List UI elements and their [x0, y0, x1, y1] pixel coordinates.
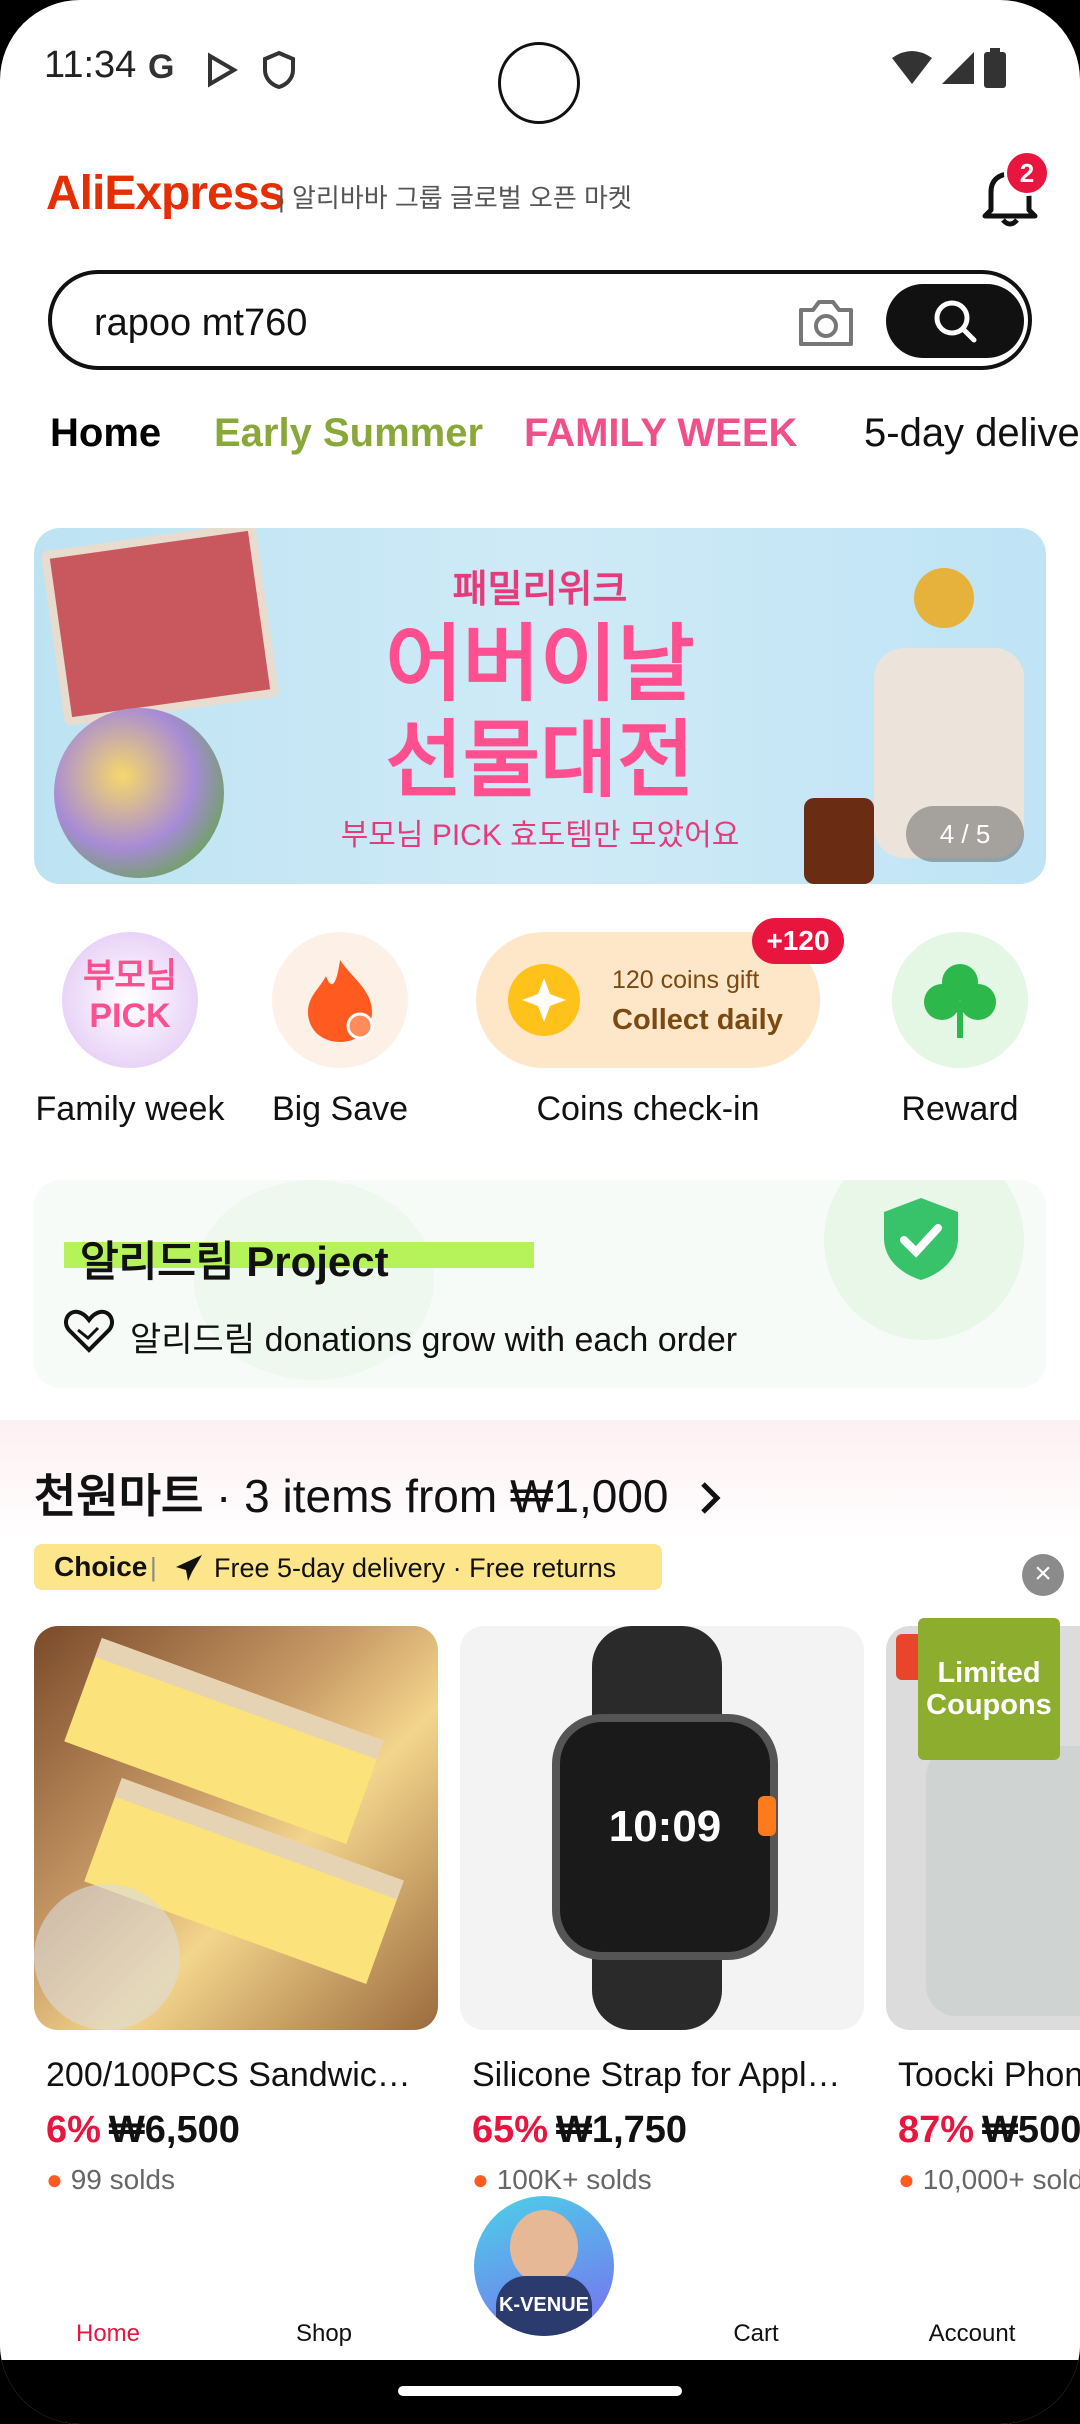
collect-daily-text: Collect daily: [612, 1004, 783, 1036]
promo-banner[interactable]: 패밀리위크 어버이날 선물대전 부모님 PICK 효도템만 모았어요 4 / 5: [34, 528, 1046, 884]
product-price: ₩1,750: [556, 2109, 688, 2151]
image-search-camera-icon[interactable]: [797, 296, 855, 348]
coin-icon: [508, 964, 580, 1036]
status-bar: 11:34 G: [0, 0, 1080, 140]
family-week-label: Family week: [35, 1090, 225, 1128]
nav-home[interactable]: Home: [28, 2320, 188, 2348]
battery-icon: [984, 48, 1006, 88]
heart-handshake-icon: [64, 1309, 114, 1353]
fire-icon: ●: [46, 2164, 63, 2195]
search-icon: [934, 300, 977, 343]
tab-family-week[interactable]: FAMILY WEEK: [524, 411, 797, 456]
banner-subtitle: 부모님 PICK 효도템만 모았어요: [340, 819, 740, 852]
search-button[interactable]: [886, 284, 1024, 358]
watch-face: 10:09: [552, 1714, 778, 1960]
k-venue-label: K-VENUE: [498, 2294, 589, 2316]
status-time: 11:34: [44, 44, 137, 86]
banner-kicker: 패밀리위크: [452, 569, 628, 611]
coins-checkin-label: Coins check-in: [536, 1090, 760, 1128]
product-price: ₩6,500: [108, 2109, 240, 2151]
fire-icon: ●: [898, 2164, 915, 2195]
logo-tagline: | 알리바바 그룹 글로벌 오픈 마켓: [278, 183, 632, 213]
camera-cutout: [498, 42, 580, 124]
product-name: Silicone Strap for Apple Watch: [472, 2056, 852, 2094]
discount-percent: 65%: [472, 2109, 549, 2151]
banner-title-2: 선물대전: [385, 713, 695, 807]
family-week-icon: 부모님 PICK: [62, 932, 198, 1068]
nav-cart[interactable]: Cart: [676, 2320, 836, 2348]
discount-percent: 6%: [46, 2109, 101, 2151]
fire-icon: ●: [472, 2164, 489, 2195]
notification-badge: 2: [1004, 150, 1050, 196]
delivery-text: Free 5-day delivery · Free returns: [214, 1553, 617, 1583]
sold-count: 100K+ solds: [496, 2164, 652, 2195]
aliexpress-logo[interactable]: AliExpress: [46, 166, 285, 221]
coins-bonus-badge: +120: [752, 918, 844, 964]
banner-pager: 4 / 5: [906, 806, 1024, 862]
nav-account[interactable]: Account: [892, 2320, 1052, 2348]
quick-big-save[interactable]: Big Save: [240, 932, 440, 1129]
coins-gift-text: 120 coins gift: [612, 966, 760, 994]
airplane-icon: [176, 1555, 202, 1581]
mart-title[interactable]: 천원마트 · 3 items from ₩1,000: [34, 1460, 723, 1526]
project-description: 알리드림 donations grow with each order: [130, 1321, 738, 1359]
banner-title-1: 어버이날: [385, 617, 695, 711]
choice-delivery-banner: Choice | Free 5-day delivery · Free retu…: [34, 1544, 662, 1590]
product-name: 200/100PCS Sandwich Packaging: [46, 2056, 426, 2094]
watch-time: 10:09: [608, 1802, 722, 1851]
sold-count: 10,000+ solds: [922, 2164, 1080, 2195]
category-tabs: Home Early Summer FAMILY WEEK 5-day deli…: [0, 405, 1080, 475]
search-bar[interactable]: [48, 270, 1032, 370]
quick-reward[interactable]: Reward: [860, 932, 1060, 1129]
product-card[interactable]: 200/100PCS Sandwich Packaging 6%₩6,500 ●…: [34, 1626, 438, 2196]
product-name: Toocki Phone: [898, 2056, 1080, 2094]
limited-coupons-label: Limited Coupons: [926, 1657, 1052, 1721]
product-card[interactable]: 10:09 Silicone Strap for Apple Watch 65%…: [460, 1626, 864, 2196]
limited-coupons-button[interactable]: Limited Coupons: [918, 1618, 1060, 1760]
tab-5-day-delivery[interactable]: 5-day delive: [864, 411, 1080, 456]
mart-title-bold: 천원마트: [34, 1470, 204, 1522]
nav-shop[interactable]: Shop: [244, 2320, 404, 2348]
quick-family-week[interactable]: 부모님 PICK Family week: [30, 932, 230, 1129]
play-store-icon: [208, 52, 238, 88]
ali-dream-project-card[interactable]: 알리드림 Project 알리드림 donations grow with ea…: [34, 1180, 1046, 1388]
flame-icon: [272, 932, 408, 1068]
sold-count: 99 solds: [70, 2164, 175, 2195]
wifi-icon: [892, 51, 932, 84]
mart-title-rest: · 3 items from ₩1,000: [203, 1470, 669, 1522]
discount-percent: 87%: [898, 2109, 975, 2151]
shield-icon: [263, 50, 295, 90]
tab-early-summer[interactable]: Early Summer: [214, 411, 483, 456]
search-input[interactable]: [92, 294, 756, 352]
thousand-won-mart-section: 천원마트 · 3 items from ₩1,000 Choice | Free…: [0, 1420, 1080, 2230]
project-title: 알리드림 Project: [80, 1238, 389, 1285]
gesture-home-bar[interactable]: [398, 2386, 682, 2396]
product-price: ₩500: [982, 2109, 1080, 2151]
check-shield-icon: [884, 1198, 958, 1280]
choice-label: Choice: [54, 1551, 148, 1582]
big-save-label: Big Save: [271, 1090, 409, 1128]
k-venue-avatar: [510, 2210, 578, 2284]
coins-checkin-caption[interactable]: Coins check-in: [476, 1090, 820, 1129]
signal-icon: [942, 52, 974, 84]
product-image: [34, 1626, 438, 2030]
phone-screen: 11:34 G AliExpress | 알리바바 그룹 글로벌 오픈 마켓 2…: [0, 0, 1080, 2424]
clover-reward-icon: [892, 932, 1028, 1068]
k-venue-button[interactable]: K-VENUE: [474, 2196, 614, 2336]
google-icon: G: [148, 48, 175, 86]
tab-home[interactable]: Home: [50, 411, 161, 456]
reward-label: Reward: [901, 1090, 1019, 1128]
chevron-right-icon: [701, 1482, 721, 1514]
close-icon[interactable]: ×: [1022, 1554, 1064, 1596]
product-image: 10:09: [460, 1626, 864, 2030]
